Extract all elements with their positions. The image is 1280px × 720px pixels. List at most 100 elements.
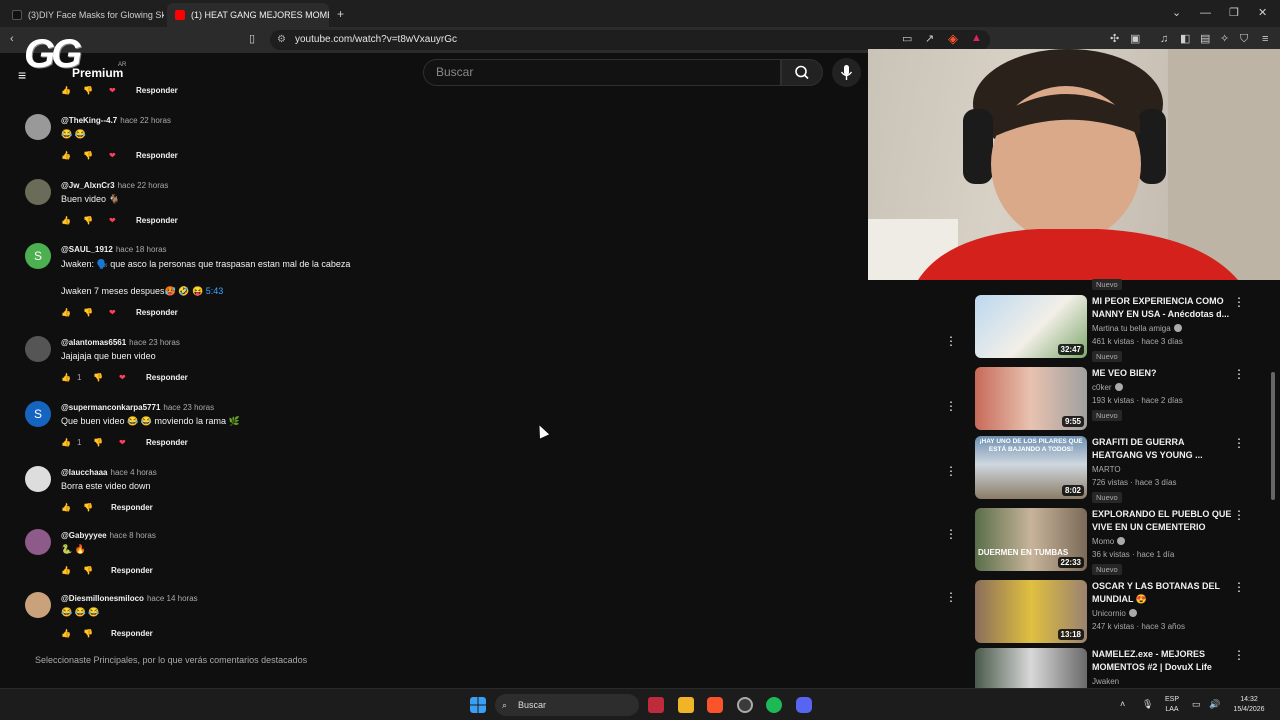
wallet-icon[interactable]: ▤ xyxy=(1200,34,1210,45)
windows-start-icon[interactable] xyxy=(470,697,486,713)
avatar[interactable] xyxy=(25,114,51,140)
channel-name[interactable]: Martina tu bella amiga xyxy=(1092,324,1182,333)
avatar[interactable] xyxy=(25,592,51,618)
dislike-icon[interactable]: 👎 xyxy=(93,438,103,447)
menu-icon[interactable]: ≡ xyxy=(1262,34,1268,45)
channel-logo[interactable]: ≡ GG Premium AR xyxy=(18,32,138,92)
avatar[interactable]: S xyxy=(25,401,51,427)
video-title[interactable]: EXPLORANDO EL PUEBLO QUE VIVE EN UN CEME… xyxy=(1092,508,1232,534)
video-title[interactable]: GRAFITI DE GUERRA HEATGANG VS YOUNG ... xyxy=(1092,436,1232,462)
dislike-icon[interactable]: 👎 xyxy=(83,308,93,317)
comment-author[interactable]: @SAUL_1912 xyxy=(61,245,113,254)
video-menu-icon[interactable]: ⋮ xyxy=(1233,648,1245,662)
video-title[interactable]: MI PEOR EXPERIENCIA COMO NANNY EN USA - … xyxy=(1092,295,1232,321)
dislike-icon[interactable]: 👎 xyxy=(83,151,93,160)
video-title[interactable]: NAMELEZ.exe - MEJORES MOMENTOS #2 | Dovu… xyxy=(1092,648,1232,674)
cast-icon[interactable]: ▭ xyxy=(902,34,912,45)
video-thumbnail[interactable]: ¡HAY UNO DE LOS PILARES QUE ESTÁ BAJANDO… xyxy=(975,436,1087,499)
like-icon[interactable]: 👍 xyxy=(61,151,71,160)
music-icon[interactable]: ♫ xyxy=(1160,34,1168,45)
comment-time[interactable]: hace 4 horas xyxy=(111,468,157,477)
screenshot-icon[interactable]: ▣ xyxy=(1130,34,1140,45)
comment-time[interactable]: hace 22 horas xyxy=(120,116,171,125)
like-icon[interactable]: 👍 xyxy=(61,373,71,382)
comment-author[interactable]: @Gabyyyee xyxy=(61,531,107,540)
avatar[interactable]: S xyxy=(25,243,51,269)
like-icon[interactable]: 👍 xyxy=(61,503,71,512)
related-video[interactable]: DUERMEN EN TUMBAS 22:33 EXPLORANDO EL PU… xyxy=(975,508,1275,575)
page-scrollbar[interactable] xyxy=(1271,372,1275,500)
dislike-icon[interactable]: 👎 xyxy=(93,373,103,382)
video-menu-icon[interactable]: ⋮ xyxy=(1233,367,1245,381)
reply-button[interactable]: Responder xyxy=(136,216,178,225)
reply-button[interactable]: Responder xyxy=(136,308,178,317)
bookmark-icon[interactable]: ▯ xyxy=(249,34,255,45)
comment-time[interactable]: hace 23 horas xyxy=(129,338,180,347)
file-explorer-icon[interactable] xyxy=(678,697,694,713)
video-menu-icon[interactable]: ⋮ xyxy=(1233,436,1245,450)
spotify-icon[interactable] xyxy=(766,697,782,713)
brave-shield-icon[interactable]: ◈ xyxy=(948,32,958,45)
channel-name[interactable]: c0ker xyxy=(1092,383,1123,392)
dislike-icon[interactable]: 👎 xyxy=(83,86,93,95)
url-field[interactable]: ⚙ youtube.com/watch?v=t8wVxauyrGc xyxy=(270,30,990,50)
reply-button[interactable]: Responder xyxy=(136,86,178,95)
comment-time[interactable]: hace 18 horas xyxy=(116,245,167,254)
search-input[interactable]: Buscar xyxy=(423,59,781,86)
video-menu-icon[interactable]: ⋮ xyxy=(1233,508,1245,522)
back-icon[interactable]: ‹ xyxy=(10,34,14,45)
reply-button[interactable]: Responder xyxy=(111,566,153,575)
app-icon[interactable] xyxy=(648,697,664,713)
dislike-icon[interactable]: 👎 xyxy=(83,503,93,512)
brave-browser-icon[interactable] xyxy=(707,697,723,713)
video-title[interactable]: ME VEO BIEN? xyxy=(1092,367,1232,380)
new-tab-button[interactable]: + xyxy=(337,8,344,20)
avatar[interactable] xyxy=(25,336,51,362)
channel-name[interactable]: Jwaken xyxy=(1092,677,1119,686)
sidebar-icon[interactable]: ◧ xyxy=(1180,34,1190,45)
search-button[interactable] xyxy=(781,59,823,86)
video-thumbnail[interactable]: 32:47 xyxy=(975,295,1087,358)
brave-rewards-icon[interactable]: ▲ xyxy=(971,33,982,44)
clock[interactable]: 14:32 15/4/2026 xyxy=(1228,695,1270,715)
site-info-icon[interactable]: ⚙ xyxy=(277,30,286,50)
comment-author[interactable]: @Diesmillonesmiloco xyxy=(61,594,144,603)
comment-author[interactable]: @supermanconkarpa5771 xyxy=(61,403,160,412)
related-video[interactable]: 9:55 ME VEO BIEN? c0ker 193 k vistas · h… xyxy=(975,367,1275,432)
reply-button[interactable]: Responder xyxy=(111,629,153,638)
tab-search-icon[interactable]: ⌄ xyxy=(1172,8,1181,19)
like-icon[interactable]: 👍 xyxy=(61,438,71,447)
video-thumbnail[interactable]: 9:55 xyxy=(975,367,1087,430)
maximize-icon[interactable]: ❐ xyxy=(1229,8,1239,19)
like-icon[interactable]: 👍 xyxy=(61,566,71,575)
comment-time[interactable]: hace 8 horas xyxy=(110,531,156,540)
voice-search-button[interactable] xyxy=(832,58,861,87)
microphone-tray-icon[interactable]: 🎙 xyxy=(1142,699,1153,709)
more-actions-icon[interactable]: ⋮ xyxy=(945,464,957,478)
video-thumbnail[interactable] xyxy=(975,648,1087,688)
tab-heat-gang[interactable]: (1) HEAT GANG MEJORES MOME ✕ xyxy=(167,3,329,27)
dislike-icon[interactable]: 👎 xyxy=(83,629,93,638)
leo-ai-icon[interactable]: ✧ xyxy=(1220,34,1229,45)
comment-time[interactable]: hace 23 horas xyxy=(163,403,214,412)
channel-name[interactable]: Unicornio xyxy=(1092,609,1137,618)
extensions-icon[interactable]: ✣ xyxy=(1110,34,1119,45)
video-timestamp-link[interactable]: 5:43 xyxy=(206,286,224,296)
video-thumbnail[interactable]: 13:18 xyxy=(975,580,1087,643)
more-actions-icon[interactable]: ⋮ xyxy=(945,527,957,541)
video-title[interactable]: OSCAR Y LAS BOTANAS DEL MUNDIAL 😍 xyxy=(1092,580,1232,606)
share-icon[interactable]: ↗ xyxy=(925,34,934,45)
avatar[interactable] xyxy=(25,179,51,205)
reply-button[interactable]: Responder xyxy=(136,151,178,160)
reply-button[interactable]: Responder xyxy=(146,373,188,382)
volume-icon[interactable]: 🔊 xyxy=(1209,699,1220,709)
more-actions-icon[interactable]: ⋮ xyxy=(945,399,957,413)
comment-time[interactable]: hace 22 horas xyxy=(118,181,169,190)
vpn-icon[interactable]: ⛉ xyxy=(1240,34,1248,45)
avatar[interactable] xyxy=(25,466,51,492)
comment-author[interactable]: @Jw_AlxnCr3 xyxy=(61,181,115,190)
video-menu-icon[interactable]: ⋮ xyxy=(1233,295,1245,309)
language-indicator[interactable]: ESP LAA xyxy=(1160,695,1184,715)
taskbar-search[interactable]: ⌕ Buscar xyxy=(495,694,639,716)
video-menu-icon[interactable]: ⋮ xyxy=(1233,580,1245,594)
